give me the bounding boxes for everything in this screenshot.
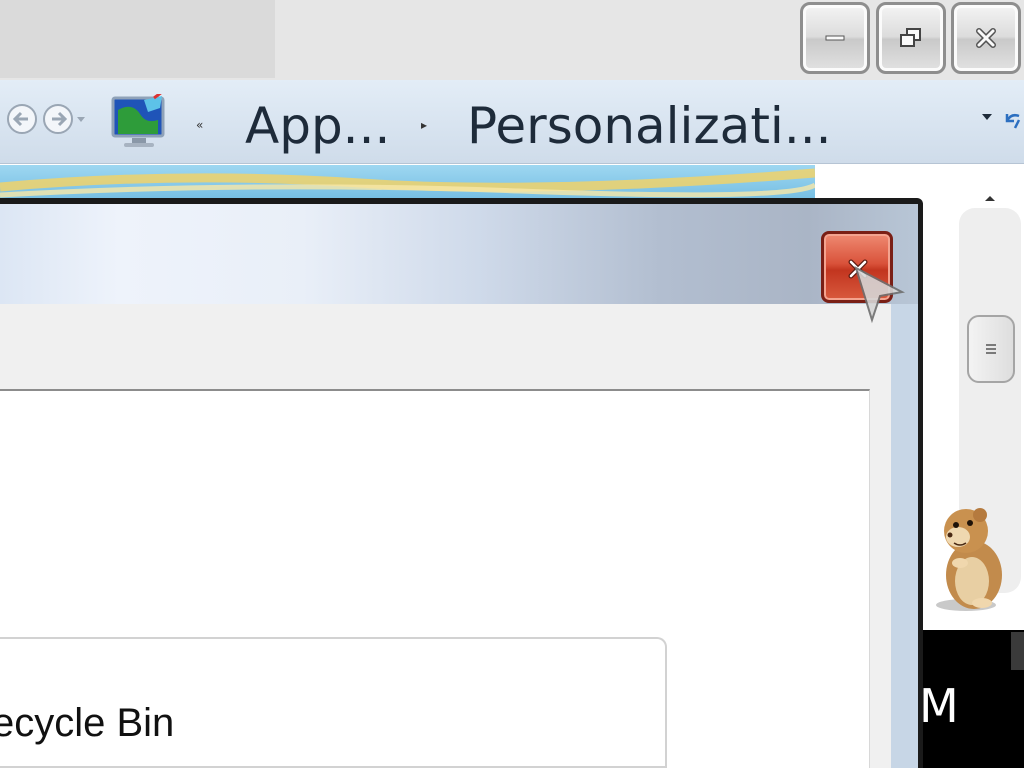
minimize-icon bbox=[825, 35, 845, 41]
scroll-up-arrow-icon[interactable] bbox=[981, 192, 999, 204]
chevron-down-icon[interactable] bbox=[981, 113, 993, 121]
navigation-arrows bbox=[7, 104, 85, 134]
back-arrow-icon[interactable] bbox=[7, 104, 37, 134]
banner-swoosh bbox=[0, 168, 815, 198]
window-titlebar bbox=[0, 0, 1024, 80]
forward-arrow-icon[interactable] bbox=[43, 104, 73, 134]
control-panel-icon bbox=[111, 94, 165, 147]
breadcrumb-separator-icon[interactable]: ▸ bbox=[421, 118, 427, 132]
personalization-banner bbox=[0, 165, 815, 201]
taskbar-highlight bbox=[1011, 632, 1024, 670]
history-dropdown-icon[interactable] bbox=[77, 117, 85, 122]
breadcrumb-appearance[interactable]: App... bbox=[245, 96, 390, 156]
breadcrumb-personalization[interactable]: Personalizati... bbox=[467, 96, 832, 156]
refresh-icon[interactable] bbox=[1003, 110, 1023, 132]
dialog-titlebar bbox=[0, 204, 918, 304]
grip-icon bbox=[986, 344, 996, 354]
scrollbar-thumb[interactable] bbox=[967, 315, 1015, 383]
address-toolbar: « App... ▸ Personalizati... bbox=[0, 80, 1024, 164]
breadcrumb-overflow-icon[interactable]: « bbox=[196, 118, 203, 132]
hamster-gadget-icon[interactable] bbox=[928, 505, 1012, 615]
mouse-cursor-icon bbox=[854, 266, 906, 324]
recycle-bin-item[interactable]: ecycle Bin bbox=[0, 700, 174, 746]
restore-button[interactable] bbox=[876, 2, 946, 74]
close-icon bbox=[976, 28, 996, 48]
restore-icon bbox=[900, 28, 921, 47]
titlebar-stripe bbox=[0, 0, 275, 78]
taskbar-text: M bbox=[919, 679, 959, 733]
minimize-button[interactable] bbox=[800, 2, 870, 74]
window-close-button[interactable] bbox=[951, 2, 1021, 74]
